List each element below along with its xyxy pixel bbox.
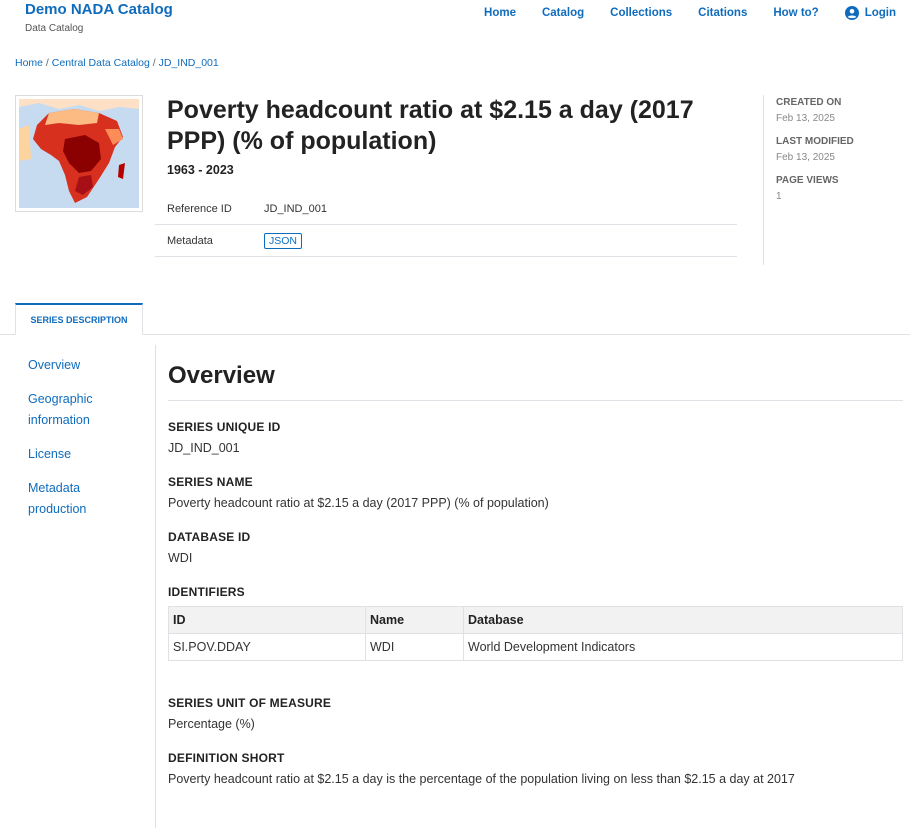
- field-definition-short: DEFINITION SHORT Poverty headcount ratio…: [168, 751, 903, 786]
- breadcrumb: Home / Central Data Catalog / JD_IND_001: [15, 57, 219, 69]
- cell-name: WDI: [365, 633, 464, 661]
- created-label: CREATED ON: [776, 97, 842, 108]
- unit-value: Percentage (%): [168, 717, 255, 731]
- breadcrumb-current[interactable]: JD_IND_001: [159, 57, 219, 69]
- cell-id: SI.POV.DDAY: [168, 633, 366, 661]
- unique-id-label: SERIES UNIQUE ID: [168, 420, 281, 434]
- nav-how-to[interactable]: How to?: [773, 7, 818, 19]
- breadcrumb-home[interactable]: Home: [15, 57, 43, 69]
- created-value: Feb 13, 2025: [776, 113, 835, 124]
- metadata-label: Metadata: [167, 234, 213, 247]
- section-nav-overview[interactable]: Overview: [28, 355, 138, 376]
- database-id-value: WDI: [168, 551, 193, 565]
- nav-collections[interactable]: Collections: [610, 7, 672, 19]
- reference-label: Reference ID: [167, 202, 232, 215]
- brand-title[interactable]: Demo NADA Catalog: [25, 1, 173, 19]
- field-unique-id: SERIES UNIQUE ID JD_IND_001: [168, 420, 903, 455]
- column-header-id: ID: [168, 606, 366, 634]
- user-circle-icon: [844, 6, 859, 20]
- field-series-name: SERIES NAME Poverty headcount ratio at $…: [168, 475, 903, 510]
- series-name-label: SERIES NAME: [168, 475, 253, 489]
- study-meta-table: Reference ID JD_IND_001 Metadata JSON: [155, 193, 737, 257]
- table-row: SI.POV.DDAY WDI World Development Indica…: [168, 633, 903, 661]
- brand-subtitle: Data Catalog: [25, 23, 84, 34]
- table-header-row: ID Name Database: [168, 606, 903, 634]
- series-name-value: Poverty headcount ratio at $2.15 a day (…: [168, 496, 549, 510]
- modified-value: Feb 13, 2025: [776, 152, 835, 163]
- main-nav: Home Catalog Collections Citations How t…: [458, 6, 896, 20]
- site-header: Demo NADA Catalog Data Catalog Home Cata…: [0, 0, 910, 40]
- metadata-row: Metadata JSON: [155, 225, 737, 257]
- views-label: PAGE VIEWS: [776, 175, 839, 186]
- field-unit-of-measure: SERIES UNIT OF MEASURE Percentage (%): [168, 696, 903, 731]
- study-years: 1963 - 2023: [167, 163, 234, 177]
- breadcrumb-separator: /: [149, 57, 159, 69]
- nav-home[interactable]: Home: [484, 7, 516, 19]
- modified-label: LAST MODIFIED: [776, 136, 854, 147]
- login-label: Login: [864, 7, 896, 19]
- field-identifiers: IDENTIFIERS ID Name Database SI.POV.DDAY…: [168, 585, 903, 661]
- definition-label: DEFINITION SHORT: [168, 751, 285, 765]
- reference-value: JD_IND_001: [264, 202, 327, 215]
- tab-series-description[interactable]: SERIES DESCRIPTION: [15, 303, 143, 335]
- nav-login[interactable]: Login: [844, 6, 896, 20]
- overview-heading: Overview: [168, 362, 903, 401]
- brand[interactable]: Demo NADA Catalog Data Catalog: [25, 1, 173, 34]
- tab-bar: SERIES DESCRIPTION: [0, 303, 910, 335]
- content-divider: [155, 345, 156, 828]
- study-title: Poverty headcount ratio at $2.15 a day (…: [167, 96, 694, 155]
- field-database-id: DATABASE ID WDI: [168, 530, 903, 565]
- database-id-label: DATABASE ID: [168, 530, 251, 544]
- study-side-info: CREATED ON Feb 13, 2025 LAST MODIFIED Fe…: [763, 95, 854, 265]
- definition-value: Poverty headcount ratio at $2.15 a day i…: [168, 772, 795, 786]
- breadcrumb-separator: /: [43, 57, 52, 69]
- section-nav-license[interactable]: License: [28, 444, 138, 465]
- study-header: Poverty headcount ratio at $2.15 a day (…: [167, 95, 742, 177]
- unique-id-value: JD_IND_001: [168, 441, 240, 455]
- breadcrumb-catalog[interactable]: Central Data Catalog: [52, 57, 150, 69]
- nav-catalog[interactable]: Catalog: [542, 7, 584, 19]
- overview-section: Overview SERIES UNIQUE ID JD_IND_001 SER…: [168, 362, 903, 786]
- column-header-name: Name: [365, 606, 464, 634]
- reference-row: Reference ID JD_IND_001: [155, 193, 737, 225]
- study-thumbnail: [15, 95, 143, 212]
- section-nav-metadata-production[interactable]: Metadata production: [28, 478, 138, 520]
- column-header-database: Database: [463, 606, 903, 634]
- views-value: 1: [776, 191, 782, 202]
- cell-database: World Development Indicators: [463, 633, 903, 661]
- section-nav-geographic-information[interactable]: Geographic information: [28, 389, 138, 431]
- identifiers-label: IDENTIFIERS: [168, 585, 245, 599]
- identifiers-table: ID Name Database SI.POV.DDAY WDI World D…: [168, 606, 903, 661]
- unit-label: SERIES UNIT OF MEASURE: [168, 696, 332, 710]
- nav-citations[interactable]: Citations: [698, 7, 747, 19]
- json-metadata-link[interactable]: JSON: [264, 232, 303, 249]
- section-nav: Overview Geographic information License …: [28, 355, 138, 533]
- africa-map-image: [19, 99, 139, 208]
